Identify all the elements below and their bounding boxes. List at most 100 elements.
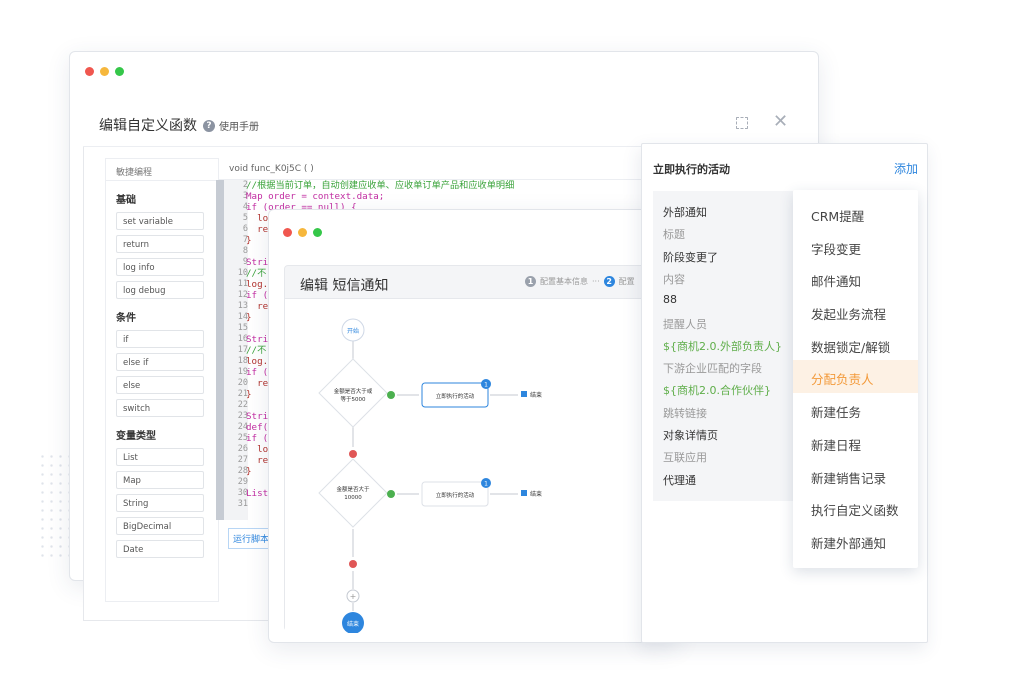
add-button[interactable]: 添加 bbox=[894, 160, 918, 177]
action-node-1[interactable]: 立即执行的活动 bbox=[421, 382, 489, 408]
editor-title: 编辑自定义函数 bbox=[99, 118, 197, 134]
check-icon bbox=[387, 391, 395, 399]
sms-title: 编辑 短信通知 bbox=[300, 278, 389, 294]
snippet-item[interactable]: switch bbox=[116, 399, 204, 417]
line-number: 25 bbox=[237, 433, 248, 443]
maximize-dot[interactable] bbox=[313, 228, 322, 237]
code-line: Map order = context.data; bbox=[246, 191, 385, 202]
line-number: 24 bbox=[237, 422, 248, 432]
flow-diagram: 开始 金额是否大于或等于5000 立即执行的活动 1 结束 金额是否大于 1000… bbox=[318, 318, 542, 633]
svg-text:1: 1 bbox=[484, 481, 488, 488]
snippet-item[interactable]: else bbox=[116, 376, 204, 394]
activity-panel-title: 立即执行的活动 bbox=[653, 163, 730, 176]
menu-item[interactable]: 执行自定义函数 bbox=[793, 491, 918, 524]
maximize-dot[interactable] bbox=[115, 67, 124, 76]
snippet-item[interactable]: return bbox=[116, 235, 204, 253]
activity-detail-row: 标题 bbox=[663, 228, 685, 242]
editor-scrollbar[interactable] bbox=[216, 180, 224, 520]
line-number: 20 bbox=[237, 378, 248, 388]
final-end-node[interactable]: 结束 bbox=[342, 612, 364, 633]
menu-item[interactable]: 发起业务流程 bbox=[793, 295, 918, 328]
close-dot[interactable] bbox=[85, 67, 94, 76]
close-dot[interactable] bbox=[283, 228, 292, 237]
check-icon bbox=[387, 490, 395, 498]
activity-detail-row: 对象详情页 bbox=[663, 429, 718, 442]
flow-panel: 编辑 短信通知 1 配置基本信息 ··· 2 配置 开始 金额是否大于或 等于50… bbox=[284, 265, 665, 633]
action-node-2[interactable]: 立即执行的活动 bbox=[421, 481, 489, 507]
snippet-section-title: 条件 bbox=[116, 313, 136, 324]
close-icon[interactable]: ✕ bbox=[773, 111, 788, 132]
menu-item[interactable]: 数据锁定/解锁 bbox=[793, 328, 918, 361]
step-1-icon: 1 bbox=[525, 276, 536, 287]
menu-item[interactable]: 分配负责人 bbox=[793, 360, 918, 394]
end-node-1[interactable]: 结束 bbox=[521, 391, 542, 399]
activity-detail-row: 提醒人员 bbox=[663, 317, 707, 331]
snippet-item[interactable]: Date bbox=[116, 540, 204, 558]
cross-icon bbox=[349, 560, 357, 568]
svg-text:立即执行的活动: 立即执行的活动 bbox=[436, 491, 475, 499]
snippet-item[interactable]: set variable bbox=[116, 212, 204, 230]
snippet-item[interactable]: List bbox=[116, 448, 204, 466]
activity-detail-row: 互联应用 bbox=[663, 451, 707, 465]
activity-detail-row: 代理通 bbox=[663, 473, 696, 487]
start-node[interactable]: 开始 bbox=[341, 318, 365, 342]
line-number: 4 bbox=[242, 202, 248, 212]
line-number: 26 bbox=[237, 444, 248, 454]
activity-detail-row: ${商机2.0.外部负责人} bbox=[663, 339, 782, 353]
minimize-dot[interactable] bbox=[298, 228, 307, 237]
line-number: 5 bbox=[242, 213, 248, 223]
step-2-label[interactable]: 配置 bbox=[619, 276, 635, 287]
snippet-item[interactable]: if bbox=[116, 330, 204, 348]
menu-item[interactable]: 邮件通知 bbox=[793, 262, 918, 295]
line-number: 11 bbox=[237, 279, 248, 289]
code-line: //根据当前订单，自动创建应收单、应收单订单产品和应收单明细 bbox=[246, 180, 515, 191]
line-number: 8 bbox=[242, 246, 248, 256]
activity-detail-row: 阶段变更了 bbox=[663, 250, 718, 264]
step-1-label[interactable]: 配置基本信息 bbox=[540, 276, 588, 287]
snippet-item[interactable]: log debug bbox=[116, 281, 204, 299]
line-number: 9 bbox=[242, 257, 248, 267]
line-numbers: 2 3 4 5 6 7 8 9 10 11 12 13 14 15 16 17 18 19 20 21 22 23 24 25… bbox=[224, 180, 248, 520]
cross-icon bbox=[349, 450, 357, 458]
activity-details: 外部通知 标题 阶段变更了 内容 88 提醒人员 ${商机2.0.外部负责人} 下游企业匹配的… bbox=[653, 191, 805, 501]
svg-text:金额是否大于: 金额是否大于 bbox=[336, 485, 370, 493]
flow-canvas[interactable]: 开始 金额是否大于或 等于5000 立即执行的活动 1 结束 金额是否大于 1000… bbox=[285, 298, 665, 633]
snippet-item[interactable]: log info bbox=[116, 258, 204, 276]
svg-text:立即执行的活动: 立即执行的活动 bbox=[436, 392, 475, 400]
line-number: 22 bbox=[237, 400, 248, 410]
add-activity-menu: CRM提醒 字段变更 邮件通知 发起业务流程 数据锁定/解锁 分配负责人 新建任务 新建日程新… bbox=[793, 190, 918, 568]
line-number: 17 bbox=[237, 345, 248, 355]
activity-detail-row: 88 bbox=[663, 293, 677, 307]
question-icon: ? bbox=[203, 119, 215, 132]
minimize-dot[interactable] bbox=[100, 67, 109, 76]
condition-node-1[interactable]: 金额是否大于或等于5000 bbox=[318, 358, 388, 428]
snippet-item[interactable]: BigDecimal bbox=[116, 517, 204, 535]
condition-node-2[interactable]: 金额是否大于 10000 bbox=[318, 458, 388, 528]
add-node-button[interactable]: + bbox=[346, 589, 360, 603]
end-node-2[interactable]: 结束 bbox=[521, 490, 542, 498]
snippet-item[interactable]: else if bbox=[116, 353, 204, 371]
line-number: 27 bbox=[237, 455, 248, 465]
sms-window: 编辑 短信通知 1 配置基本信息 ··· 2 配置 开始 金额是否大于或 等于50… bbox=[268, 209, 678, 643]
step-separator: ··· bbox=[592, 277, 600, 286]
line-number: 2 bbox=[242, 180, 248, 190]
line-number: 19 bbox=[237, 367, 248, 377]
snippet-panel-title: 敏捷编程 bbox=[106, 159, 218, 181]
menu-item[interactable]: 新建销售记录 bbox=[793, 459, 918, 492]
help-link[interactable]: ? 使用手册 bbox=[203, 118, 259, 133]
line-number: 28 bbox=[237, 466, 248, 476]
activity-detail-row: 外部通知 bbox=[663, 206, 707, 219]
line-number: 7 bbox=[242, 235, 248, 245]
menu-item[interactable]: CRM提醒 bbox=[793, 197, 918, 230]
menu-item[interactable]: 新建日程 bbox=[793, 426, 918, 459]
editor-titlebar: 编辑自定义函数 ? 使用手册 ✕ bbox=[83, 101, 805, 147]
menu-item[interactable]: 字段变更 bbox=[793, 230, 918, 263]
menu-item[interactable]: 新建任务 bbox=[793, 393, 918, 426]
snippet-item[interactable]: String bbox=[116, 494, 204, 512]
svg-text:1: 1 bbox=[484, 382, 488, 389]
menu-item[interactable]: 新建外部通知 bbox=[793, 524, 918, 557]
step-indicator: 1 配置基本信息 ··· 2 配置 bbox=[525, 276, 635, 287]
fullscreen-icon[interactable] bbox=[736, 117, 748, 129]
snippet-item[interactable]: Map bbox=[116, 471, 204, 489]
line-number: 30 bbox=[237, 488, 248, 498]
